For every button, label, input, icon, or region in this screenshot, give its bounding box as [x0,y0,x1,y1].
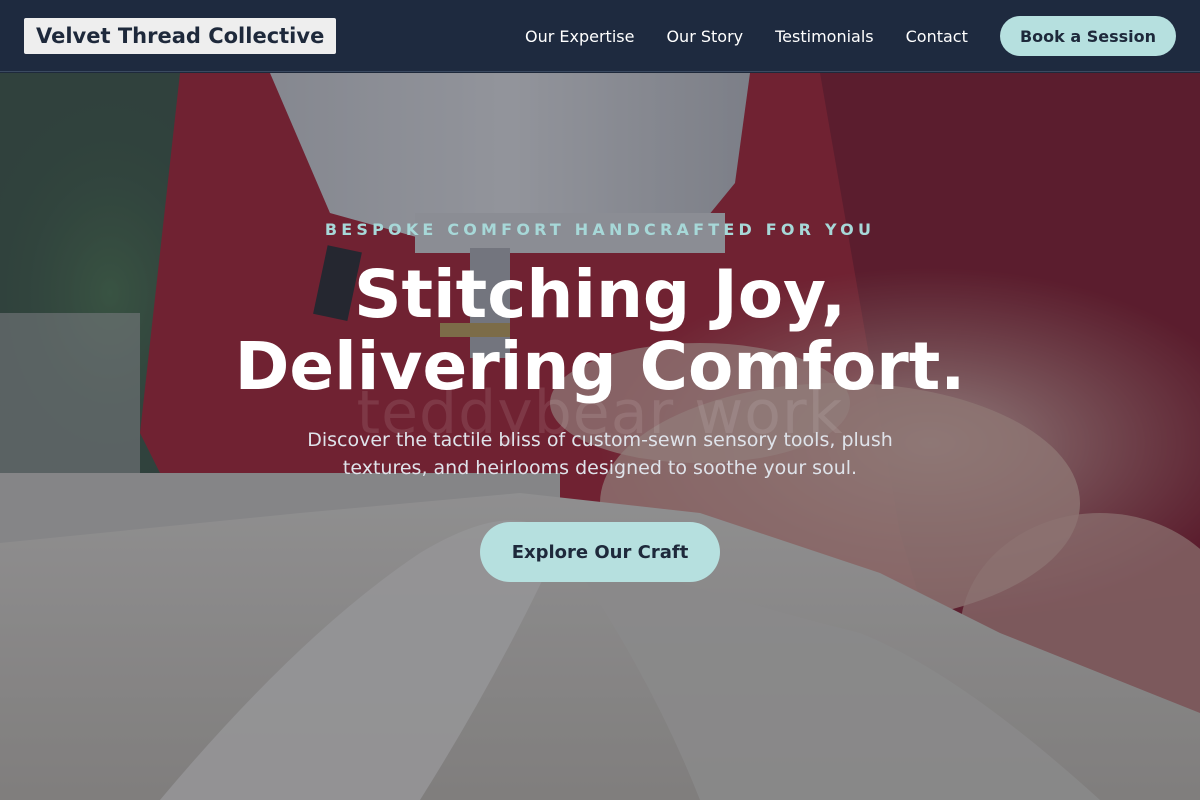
main-nav: Our Expertise Our Story Testimonials Con… [525,0,968,72]
nav-link-testimonials[interactable]: Testimonials [775,27,874,46]
hero-headline-line1: Stitching Joy, [353,256,847,333]
explore-craft-button[interactable]: Explore Our Craft [480,522,720,582]
nav-link-our-expertise[interactable]: Our Expertise [525,27,634,46]
hero-section: BESPOKE COMFORT HANDCRAFTED FOR YOU Stit… [0,73,1200,800]
hero-eyebrow: BESPOKE COMFORT HANDCRAFTED FOR YOU [324,220,876,239]
hero-subtext: Discover the tactile bliss of custom-sew… [307,429,893,479]
nav-link-our-story[interactable]: Our Story [666,27,743,46]
nav-link-contact[interactable]: Contact [906,27,968,46]
site-logo[interactable]: Velvet Thread Collective [24,18,337,54]
site-header: Velvet Thread Collective Our Expertise O… [0,0,1200,72]
book-session-button[interactable]: Book a Session [1000,16,1176,56]
